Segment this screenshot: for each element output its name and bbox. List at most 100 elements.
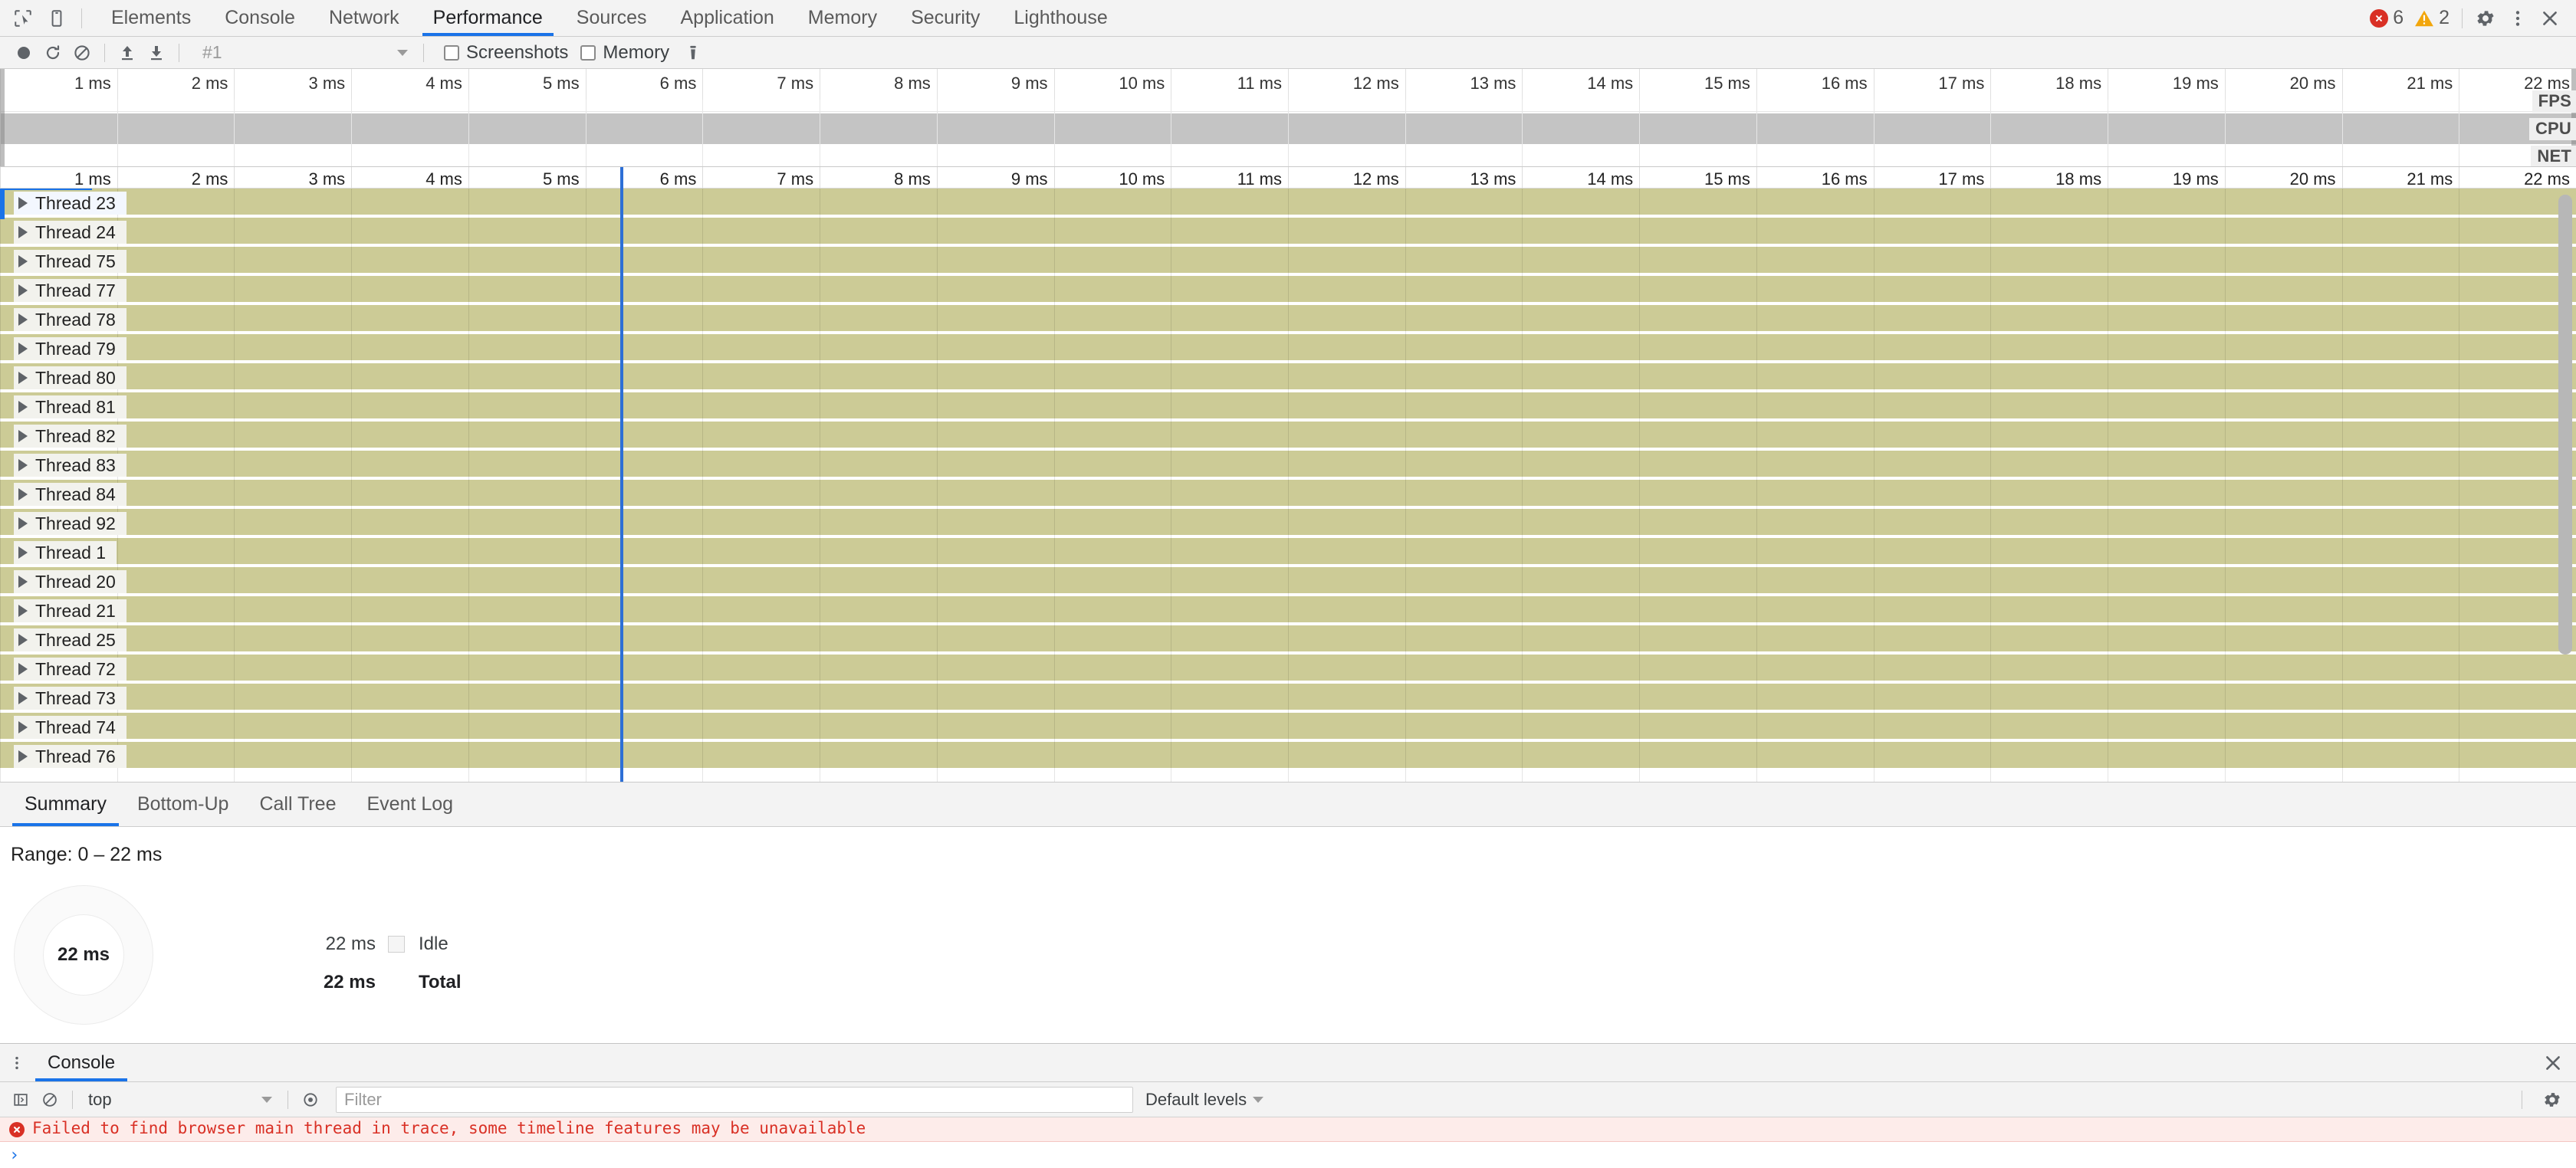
track-row[interactable]: Thread 24: [0, 218, 2576, 247]
console-sidebar-toggle-icon[interactable]: [6, 1085, 35, 1114]
expand-triangle-icon[interactable]: [18, 284, 28, 297]
track-row[interactable]: Thread 72: [0, 655, 2576, 684]
track-label[interactable]: Thread 23: [14, 192, 127, 215]
track-row[interactable]: Thread 1: [0, 538, 2576, 567]
expand-triangle-icon[interactable]: [18, 721, 28, 733]
drawer-close-icon[interactable]: [2530, 1044, 2576, 1081]
device-toolbar-icon[interactable]: [41, 3, 72, 34]
track-list[interactable]: Thread 23 Thread 24 Thread 75 Thread 77 Thre…: [0, 187, 2576, 782]
expand-triangle-icon[interactable]: [18, 430, 28, 442]
track-row[interactable]: Thread 20: [0, 567, 2576, 596]
flame-chart-scrollbar[interactable]: [2558, 195, 2572, 655]
track-label[interactable]: Thread 21: [14, 599, 127, 622]
tab-summary[interactable]: Summary: [9, 782, 122, 826]
tab-lighthouse[interactable]: Lighthouse: [997, 0, 1124, 36]
legend-row-idle[interactable]: 22 ms Idle: [285, 925, 462, 963]
expand-triangle-icon[interactable]: [18, 226, 28, 238]
track-row[interactable]: Thread 21: [0, 596, 2576, 625]
tab-security[interactable]: Security: [894, 0, 997, 36]
expand-triangle-icon[interactable]: [18, 605, 28, 617]
expand-triangle-icon[interactable]: [18, 546, 28, 559]
track-label[interactable]: Thread 82: [14, 425, 127, 448]
console-prompt[interactable]: ›: [0, 1142, 2576, 1168]
track-row[interactable]: Thread 83: [0, 451, 2576, 480]
track-label[interactable]: Thread 76: [14, 745, 127, 768]
load-profile-icon[interactable]: [113, 38, 142, 67]
error-badge[interactable]: 6: [2365, 7, 2408, 29]
track-row[interactable]: Thread 80: [0, 363, 2576, 392]
record-button[interactable]: [9, 38, 38, 67]
track-label[interactable]: Thread 83: [14, 454, 127, 477]
timeline-overview[interactable]: 1 ms 2 ms 3 ms 4 ms 5 ms 6 ms 7 ms 8 ms 9 ms 10 m…: [0, 69, 2576, 167]
track-label[interactable]: Thread 79: [14, 337, 127, 360]
track-label[interactable]: Thread 20: [14, 570, 127, 593]
track-label[interactable]: Thread 78: [14, 308, 127, 331]
recording-history-dropdown[interactable]: #1: [193, 40, 416, 66]
console-context-dropdown[interactable]: top: [80, 1087, 280, 1113]
track-label[interactable]: Thread 84: [14, 483, 127, 506]
console-filter-input[interactable]: Filter: [336, 1086, 1133, 1113]
record-and-reload-button[interactable]: [38, 38, 67, 67]
track-label[interactable]: Thread 81: [14, 395, 127, 418]
track-label[interactable]: Thread 72: [14, 658, 127, 681]
collect-garbage-icon[interactable]: [678, 38, 708, 67]
expand-triangle-icon[interactable]: [18, 692, 28, 704]
console-error-message[interactable]: Failed to find browser main thread in tr…: [0, 1117, 2576, 1142]
expand-triangle-icon[interactable]: [18, 401, 28, 413]
tab-elements[interactable]: Elements: [94, 0, 208, 36]
flame-chart[interactable]: 1 ms 2 ms 3 ms 4 ms 5 ms 6 ms 7 ms 8 ms 9 ms 10 m…: [0, 167, 2576, 782]
tab-event-log[interactable]: Event Log: [352, 782, 469, 826]
track-row[interactable]: Thread 77: [0, 276, 2576, 305]
track-label[interactable]: Thread 25: [14, 628, 127, 651]
expand-triangle-icon[interactable]: [18, 517, 28, 530]
expand-triangle-icon[interactable]: [18, 255, 28, 267]
track-row[interactable]: Thread 92: [0, 509, 2576, 538]
close-devtools-icon[interactable]: [2535, 3, 2565, 34]
expand-triangle-icon[interactable]: [18, 488, 28, 500]
tab-memory[interactable]: Memory: [791, 0, 894, 36]
expand-triangle-icon[interactable]: [18, 372, 28, 384]
track-row[interactable]: Thread 25: [0, 625, 2576, 655]
track-label[interactable]: Thread 92: [14, 512, 127, 535]
tab-console[interactable]: Console: [208, 0, 312, 36]
track-row[interactable]: Thread 81: [0, 392, 2576, 422]
track-row[interactable]: Thread 23: [0, 187, 2576, 219]
warning-badge[interactable]: 2: [2410, 7, 2454, 29]
tab-sources[interactable]: Sources: [560, 0, 664, 36]
screenshots-checkbox[interactable]: Screenshots: [444, 42, 568, 64]
track-row[interactable]: Thread 73: [0, 684, 2576, 713]
track-label[interactable]: Thread 75: [14, 250, 127, 273]
drawer-tab-console[interactable]: Console: [34, 1044, 129, 1081]
console-log-levels-dropdown[interactable]: Default levels: [1145, 1090, 1271, 1110]
track-row[interactable]: Thread 78: [0, 305, 2576, 334]
track-row[interactable]: Thread 79: [0, 334, 2576, 363]
tab-call-tree[interactable]: Call Tree: [244, 782, 351, 826]
console-settings-gear-icon[interactable]: [2538, 1085, 2567, 1114]
tab-application[interactable]: Application: [663, 0, 790, 36]
console-live-expression-eye-icon[interactable]: [296, 1085, 325, 1114]
track-row[interactable]: Thread 74: [0, 713, 2576, 742]
drawer-more-kebab-icon[interactable]: [0, 1044, 34, 1081]
more-options-kebab-icon[interactable]: [2502, 3, 2533, 34]
expand-triangle-icon[interactable]: [18, 313, 28, 326]
expand-triangle-icon[interactable]: [18, 343, 28, 355]
save-profile-icon[interactable]: [142, 38, 171, 67]
track-label[interactable]: Thread 74: [14, 716, 127, 739]
track-label[interactable]: Thread 1: [14, 541, 117, 564]
track-row[interactable]: Thread 82: [0, 422, 2576, 451]
settings-gear-icon[interactable]: [2470, 3, 2501, 34]
track-label[interactable]: Thread 24: [14, 221, 127, 244]
memory-checkbox[interactable]: Memory: [580, 42, 669, 64]
tab-performance[interactable]: Performance: [416, 0, 560, 36]
overview-window-left-handle[interactable]: [0, 69, 5, 166]
clear-recording-button[interactable]: [67, 38, 97, 67]
track-row[interactable]: Thread 76: [0, 742, 2576, 771]
expand-triangle-icon[interactable]: [18, 663, 28, 675]
track-row[interactable]: Thread 84: [0, 480, 2576, 509]
expand-triangle-icon[interactable]: [18, 576, 28, 588]
expand-triangle-icon[interactable]: [18, 459, 28, 471]
track-label[interactable]: Thread 80: [14, 366, 127, 389]
expand-triangle-icon[interactable]: [18, 750, 28, 763]
track-label[interactable]: Thread 73: [14, 687, 127, 710]
console-clear-icon[interactable]: [35, 1085, 64, 1114]
